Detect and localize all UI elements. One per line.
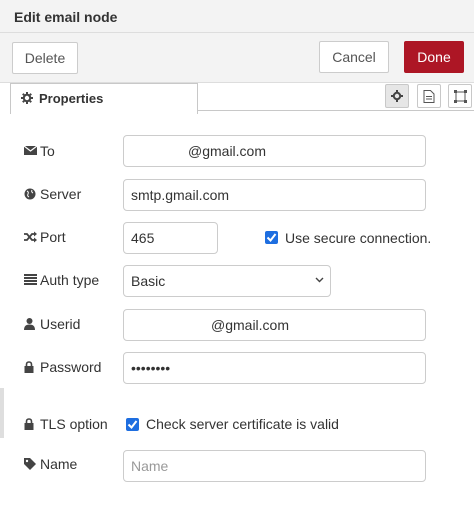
done-button[interactable]: Done bbox=[404, 41, 464, 73]
chevron-down-icon bbox=[315, 277, 324, 283]
dialog-titlebar: Edit email node bbox=[0, 0, 474, 33]
lock-icon bbox=[24, 361, 34, 373]
auth-type-value: Basic bbox=[131, 273, 166, 289]
cancel-button[interactable]: Cancel bbox=[319, 41, 389, 73]
user-icon bbox=[24, 318, 35, 330]
gear-icon bbox=[391, 90, 403, 102]
tls-verify-label: Check server certificate is valid bbox=[146, 416, 339, 432]
random-icon bbox=[24, 231, 37, 243]
secure-connection-checkbox[interactable] bbox=[265, 231, 278, 244]
port-input[interactable]: 465 bbox=[123, 222, 218, 254]
tls-verify-checkbox[interactable] bbox=[126, 418, 139, 431]
lock-icon bbox=[24, 418, 34, 430]
tab-properties[interactable]: Properties bbox=[10, 83, 198, 114]
settings-tab-button[interactable] bbox=[385, 84, 409, 108]
list-icon bbox=[24, 274, 37, 285]
auth-type-select[interactable]: Basic bbox=[123, 265, 331, 297]
dialog-button-row: Delete Cancel Done bbox=[0, 33, 474, 83]
tag-icon bbox=[24, 458, 36, 470]
appearance-tab-button[interactable] bbox=[448, 84, 472, 108]
tab-divider bbox=[198, 110, 474, 111]
file-icon bbox=[423, 90, 435, 103]
globe-icon bbox=[24, 188, 36, 200]
resize-handle[interactable] bbox=[0, 388, 4, 438]
gear-icon bbox=[21, 92, 33, 104]
checkmark-icon bbox=[266, 233, 277, 243]
server-input[interactable]: smtp.gmail.com bbox=[123, 179, 426, 211]
envelope-icon bbox=[24, 145, 37, 155]
secure-connection-label: Use secure connection. bbox=[285, 230, 432, 246]
tab-properties-label: Properties bbox=[39, 91, 104, 106]
delete-button[interactable]: Delete bbox=[12, 42, 78, 74]
dialog-title: Edit email node bbox=[14, 9, 118, 25]
password-input[interactable]: •••••••• bbox=[123, 352, 426, 384]
name-input[interactable]: Name bbox=[123, 450, 426, 482]
description-tab-button[interactable] bbox=[417, 84, 441, 108]
userid-input[interactable]: @gmail.com bbox=[123, 309, 426, 341]
frame-icon bbox=[454, 90, 467, 103]
checkmark-icon bbox=[127, 420, 138, 430]
to-input[interactable]: @gmail.com bbox=[123, 135, 426, 167]
